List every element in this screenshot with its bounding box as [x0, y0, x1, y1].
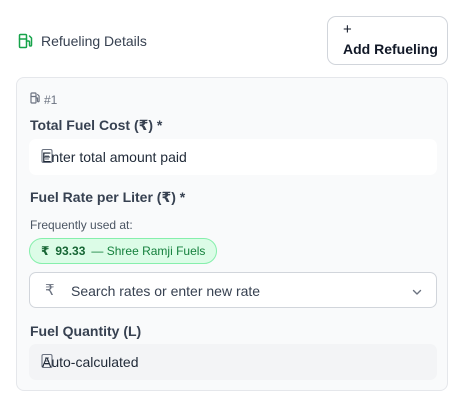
fuel-rate-select[interactable]: ₹ Search rates or enter new rate [29, 272, 437, 308]
fuel-pump-icon [18, 33, 33, 49]
frequent-rate-chip[interactable]: ₹ 93.33 — Shree Ramji Fuels [29, 238, 218, 264]
fuel-rate-select-placeholder: Search rates or enter new rate [71, 283, 261, 299]
refueling-entry-card: #1 Total Fuel Cost (₹) * Enter total amo… [16, 77, 448, 391]
frequently-used-hint: Frequently used at: [30, 218, 133, 232]
fuel-pump-icon [30, 92, 41, 107]
plus-icon: + [343, 21, 352, 38]
chip-rate-amount: 93.33 [55, 244, 86, 258]
fuel-rate-label: Fuel Rate per Liter (₹) * [30, 189, 186, 205]
rupee-icon: ₹ [45, 282, 55, 299]
section-header: Refueling Details + Add Refueling [0, 0, 464, 78]
page-title: Refueling Details [41, 33, 147, 49]
entry-number-text: #1 [44, 92, 58, 107]
fuel-quantity-label: Fuel Quantity (L) [30, 323, 142, 339]
chip-station-name: — Shree Ramji Fuels [91, 244, 206, 258]
chip-currency-symbol: ₹ [41, 244, 50, 258]
fuel-quantity-field: Auto-calculated [29, 344, 437, 380]
section-title: Refueling Details [18, 33, 147, 49]
chevron-down-icon[interactable] [411, 285, 423, 303]
fuel-quantity-placeholder: Auto-calculated [42, 354, 139, 370]
total-cost-placeholder: Enter total amount paid [42, 149, 187, 165]
total-cost-input[interactable]: Enter total amount paid [29, 139, 437, 175]
entry-number: #1 [30, 92, 57, 107]
add-refueling-label: Add Refueling [343, 41, 438, 57]
total-cost-label: Total Fuel Cost (₹) * [30, 117, 163, 133]
add-refueling-button[interactable]: + Add Refueling [327, 16, 448, 65]
